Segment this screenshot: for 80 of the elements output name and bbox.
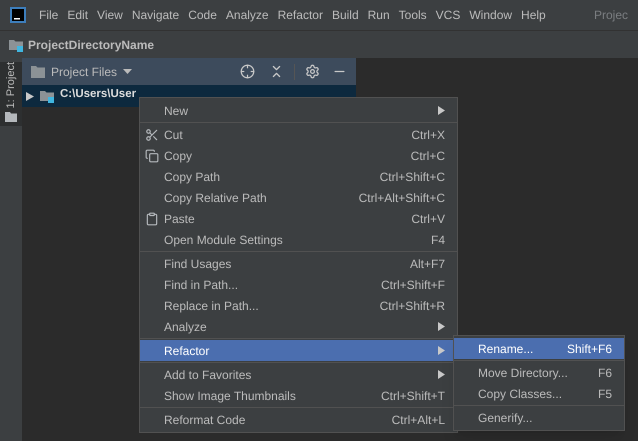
menu-item-label: Copy Path	[164, 168, 220, 186]
menu-item-label: Rename...	[478, 340, 534, 358]
menu-bar-item[interactable]: Window	[469, 6, 512, 24]
expand-arrow-icon[interactable]	[26, 92, 34, 100]
menu-bar-item[interactable]: Run	[368, 6, 390, 24]
shortcut-label: Shift+F6	[566, 340, 612, 358]
shortcut-label: Ctrl+Shift+F	[380, 276, 445, 294]
shortcut-label: Ctrl+C	[410, 148, 445, 164]
menu-item[interactable]: Replace in Path... Ctrl+Shift+R	[140, 295, 457, 316]
menu-bar-item[interactable]: Help	[521, 6, 546, 24]
menu-item[interactable]: Copy Relative Path Ctrl+Alt+Shift+C	[140, 187, 457, 208]
menu-item-label: Add to Favorites	[164, 366, 252, 384]
menu-item[interactable]: Analyze	[140, 316, 457, 337]
menu-bar-item[interactable]: VCS	[436, 6, 460, 24]
menu-item-label: Cut	[164, 126, 183, 144]
menu-item-label: Replace in Path...	[164, 298, 259, 314]
menu-item[interactable]: Open Module Settings F4	[140, 229, 457, 250]
folder-icon	[5, 112, 17, 122]
menu-item-label: Generify...	[478, 410, 532, 426]
side-tab[interactable]: 1: Project	[0, 62, 22, 126]
shortcut-label: F4	[430, 232, 445, 248]
menu-item[interactable]: Find in Path... Ctrl+Shift+F	[140, 274, 457, 295]
shortcut-label: F5	[598, 386, 612, 402]
menu-item-label: Open Module Settings	[164, 232, 283, 248]
menu-item-label: Copy Relative Path	[164, 190, 267, 206]
locate-icon[interactable]	[240, 64, 255, 79]
side-tab-label: 1: Project	[4, 62, 18, 108]
menu-item-label: Show Image Thumbnails	[164, 388, 296, 404]
dropdown-caret-icon	[123, 69, 132, 74]
window-title: Projec	[594, 7, 628, 24]
menu-bar-item[interactable]: Build	[332, 6, 359, 24]
menu-item-label: Copy	[164, 148, 192, 164]
menu-item[interactable]: Add to Favorites	[140, 364, 457, 385]
menu-item[interactable]: Paste Ctrl+V	[140, 208, 457, 229]
menu-bar-item[interactable]: View	[97, 6, 123, 24]
menu-item-label: Reformat Code	[164, 412, 246, 428]
menu-item[interactable]: Move Directory... F6	[454, 362, 624, 383]
shortcut-label: Ctrl+X	[411, 126, 445, 144]
menu-item-label: Analyze	[164, 318, 207, 336]
shortcut-label: F6	[598, 364, 612, 382]
menu-item[interactable]: Copy Classes... F5	[454, 383, 624, 404]
shortcut-label: Ctrl+Shift+C	[380, 168, 445, 186]
menu-item-label: Paste	[164, 210, 195, 228]
clipboard-icon	[145, 212, 159, 226]
shortcut-label: Alt+F7	[410, 256, 445, 272]
menu-item[interactable]: Copy Ctrl+C	[140, 145, 457, 166]
menu-bar-item[interactable]: File	[39, 6, 58, 24]
menu-item[interactable]: Reformat Code Ctrl+Alt+L	[140, 409, 457, 430]
menu-item[interactable]: Rename... Shift+F6	[454, 338, 624, 359]
folder-icon	[31, 66, 45, 78]
menu-bar-item[interactable]: Navigate	[132, 6, 180, 24]
settings-icon[interactable]	[305, 64, 320, 79]
menu-item[interactable]: Find Usages Alt+F7	[140, 253, 457, 274]
app-logo-icon	[10, 7, 26, 23]
scissors-icon	[145, 128, 159, 142]
menu-item[interactable]: Generify...	[454, 407, 624, 428]
menu-bar-item[interactable]: Analyze	[226, 6, 269, 24]
menu-item-label: Refactor	[164, 342, 210, 360]
menu-item-label: Move Directory...	[478, 364, 568, 382]
menu-item-label: Find Usages	[164, 256, 232, 272]
menu-item-label: Find in Path...	[164, 276, 238, 294]
view-selector[interactable]: Project Files	[51, 62, 132, 80]
shortcut-label: Ctrl+Shift+T	[380, 388, 445, 404]
shortcut-label: Ctrl+Shift+R	[380, 298, 445, 314]
folder-icon	[39, 89, 55, 103]
menu-item[interactable]: Cut Ctrl+X	[140, 124, 457, 145]
tree-label: C:\Users\User	[60, 88, 136, 100]
menu-item[interactable]: Copy Path Ctrl+Shift+C	[140, 166, 457, 187]
menu-bar-item[interactable]: Tools	[398, 6, 427, 24]
menu-item[interactable]: Show Image Thumbnails Ctrl+Shift+T	[140, 385, 457, 406]
copy-icon	[145, 148, 159, 162]
shortcut-label: Ctrl+Alt+Shift+C	[358, 190, 445, 206]
menu-bar-item[interactable]: Edit	[67, 6, 88, 24]
shortcut-label: Ctrl+Alt+L	[392, 412, 445, 428]
breadcrumb-label[interactable]: ProjectDirectoryName	[28, 36, 154, 54]
menu-bar-item[interactable]: Code	[188, 6, 217, 24]
menu-item-label: Copy Classes...	[478, 386, 562, 402]
menu-bar-item[interactable]: Refactor	[278, 6, 323, 24]
folder-icon	[8, 38, 24, 52]
shortcut-label: Ctrl+V	[411, 210, 445, 228]
